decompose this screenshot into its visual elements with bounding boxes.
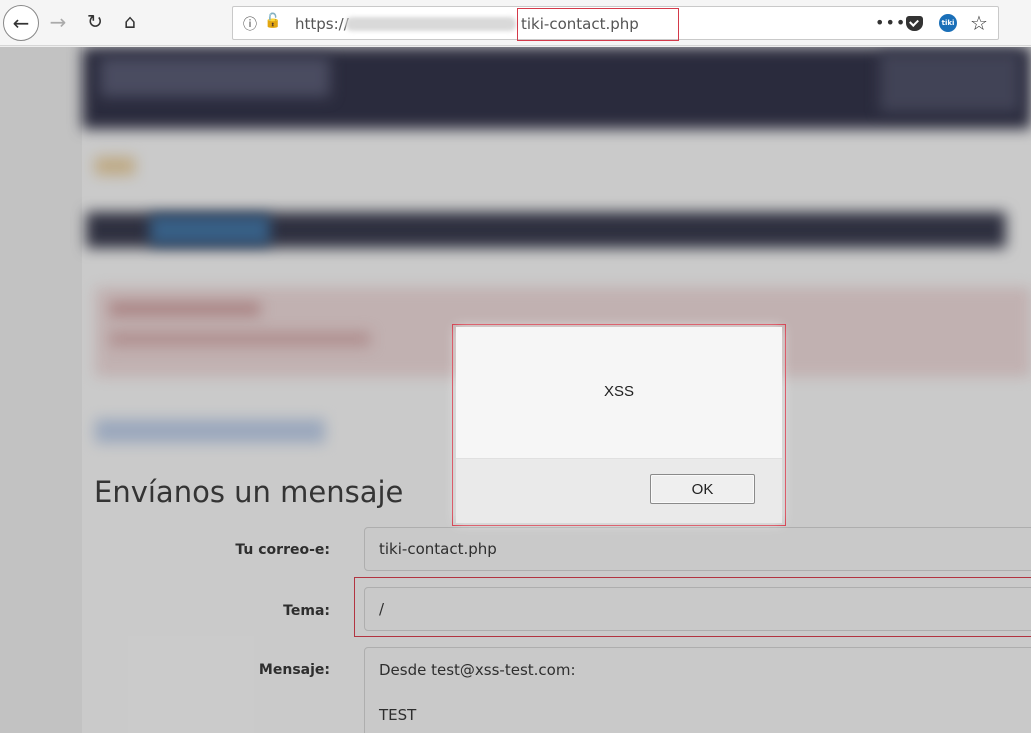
- alert-dialog: XSS OK: [456, 327, 782, 523]
- back-button[interactable]: ←: [3, 5, 39, 41]
- pocket-icon[interactable]: [906, 16, 923, 31]
- home-icon: ⌂: [123, 11, 137, 33]
- alert-footer: OK: [456, 458, 782, 523]
- url-scheme: https://: [295, 15, 349, 33]
- bookmark-star-icon[interactable]: ☆: [970, 11, 988, 35]
- tiki-extension-icon[interactable]: tiki: [939, 14, 957, 32]
- reload-button[interactable]: ↻: [83, 10, 107, 34]
- home-button[interactable]: ⌂: [118, 10, 142, 34]
- forward-button[interactable]: →: [46, 10, 70, 34]
- reload-icon: ↻: [87, 11, 103, 33]
- url-redacted-host: [346, 17, 516, 31]
- info-icon[interactable]: ⓘ: [243, 14, 257, 34]
- alert-message: XSS: [603, 383, 634, 400]
- url-path: tiki-contact.php: [521, 15, 639, 33]
- browser-toolbar: ← → ↻ ⌂ ⓘ 🔓 https:// tiki-contact.php ••…: [0, 0, 1031, 46]
- url-bar[interactable]: ⓘ 🔓 https:// tiki-contact.php ••• tiki ☆: [232, 6, 999, 41]
- lock-warning-icon[interactable]: 🔓: [264, 13, 281, 29]
- arrow-left-icon: ←: [12, 11, 30, 35]
- arrow-right-icon: →: [49, 10, 67, 34]
- page-actions-button[interactable]: •••: [875, 13, 906, 32]
- ok-button[interactable]: OK: [650, 474, 755, 504]
